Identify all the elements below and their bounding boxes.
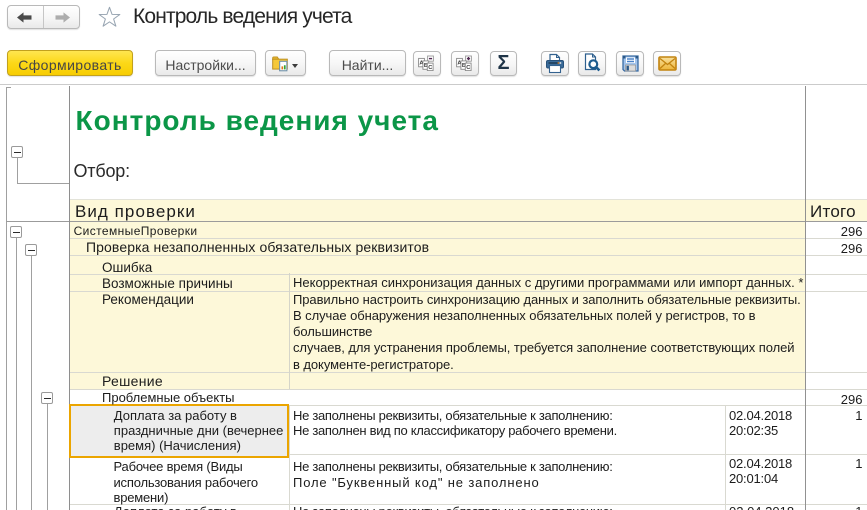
svg-text:С: С xyxy=(466,65,470,71)
svg-text:С: С xyxy=(428,65,432,71)
